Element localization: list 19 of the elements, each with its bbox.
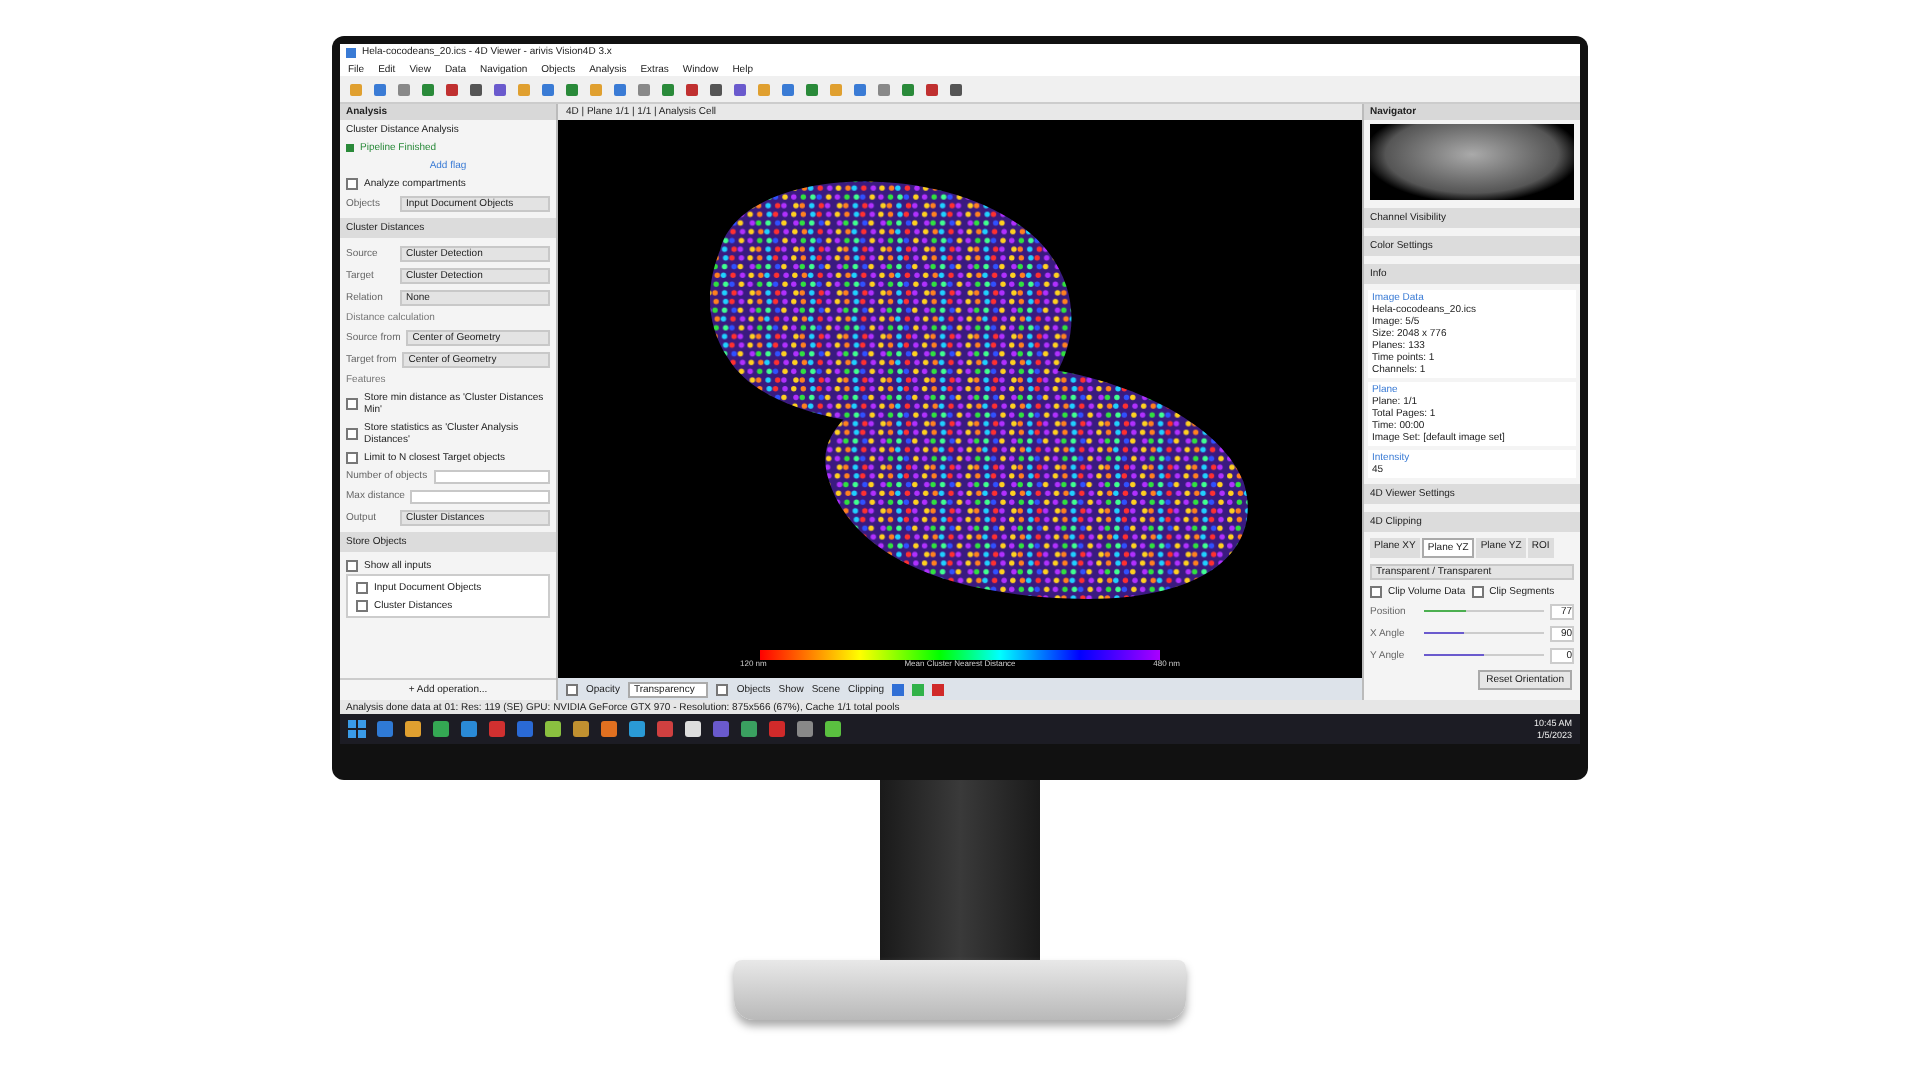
clip-plane-toggle[interactable] bbox=[912, 683, 925, 695]
checkbox[interactable] bbox=[346, 427, 358, 439]
input-field[interactable] bbox=[410, 489, 550, 503]
app-icon bbox=[346, 48, 356, 58]
checkbox[interactable] bbox=[346, 559, 358, 571]
checkbox[interactable] bbox=[346, 397, 358, 409]
checkbox[interactable] bbox=[346, 177, 358, 189]
status-icon bbox=[346, 143, 354, 151]
clip-plane-toggle[interactable] bbox=[932, 683, 945, 695]
input-field[interactable] bbox=[433, 469, 550, 483]
checkbox[interactable] bbox=[1370, 585, 1382, 597]
start-icon[interactable] bbox=[348, 720, 366, 738]
checkbox[interactable] bbox=[566, 683, 578, 695]
checkbox[interactable] bbox=[716, 683, 729, 695]
checkbox[interactable] bbox=[356, 581, 368, 593]
checkbox[interactable] bbox=[356, 599, 368, 611]
checkbox[interactable] bbox=[1471, 585, 1484, 597]
checkbox[interactable] bbox=[346, 451, 358, 463]
clip-plane-toggle[interactable] bbox=[892, 683, 905, 695]
